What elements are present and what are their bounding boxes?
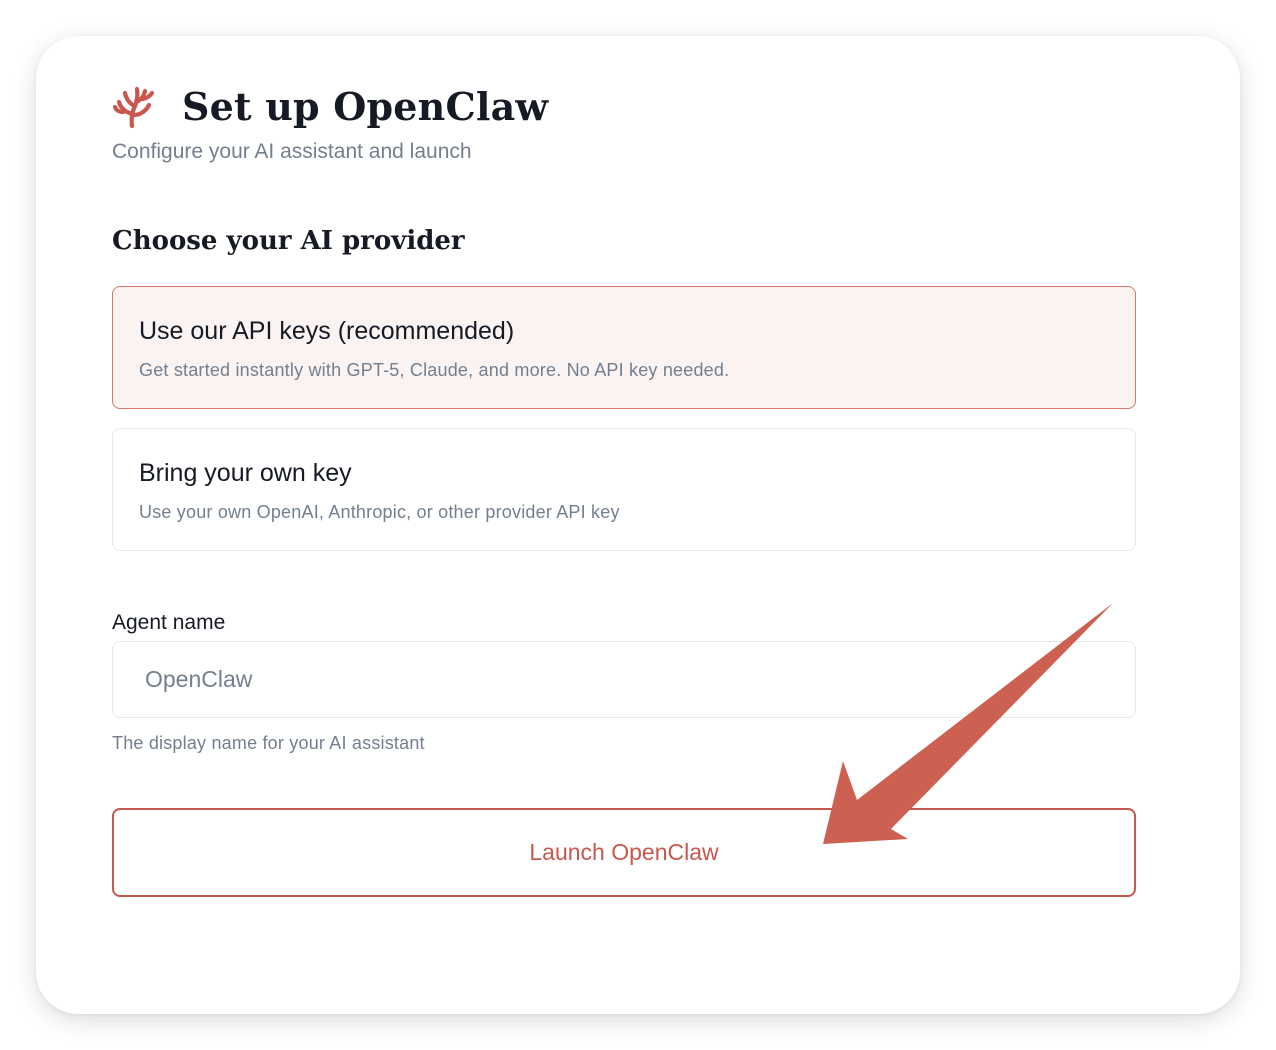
agent-name-label: Agent name xyxy=(112,611,226,634)
option-title: Bring your own key xyxy=(139,459,352,487)
option-title: Use our API keys (recommended) xyxy=(139,317,515,345)
agent-name-help: The display name for your AI assistant xyxy=(112,733,425,753)
agent-name-input[interactable] xyxy=(112,641,1136,718)
option-description: Use your own OpenAI, Anthropic, or other… xyxy=(139,502,620,522)
launch-button[interactable]: Launch OpenClaw xyxy=(112,808,1136,897)
header: Set up OpenClaw xyxy=(112,84,548,129)
coral-claw-icon xyxy=(112,86,155,128)
setup-card: Set up OpenClaw Configure your AI assist… xyxy=(36,36,1240,1014)
provider-option-managed-keys[interactable]: Use our API keys (recommended) Get start… xyxy=(112,286,1136,409)
page-subtitle: Configure your AI assistant and launch xyxy=(112,140,472,163)
page-title: Set up OpenClaw xyxy=(182,84,549,129)
provider-section-title: Choose your AI provider xyxy=(112,226,465,256)
option-description: Get started instantly with GPT-5, Claude… xyxy=(139,360,730,380)
provider-option-own-key[interactable]: Bring your own key Use your own OpenAI, … xyxy=(112,428,1136,551)
